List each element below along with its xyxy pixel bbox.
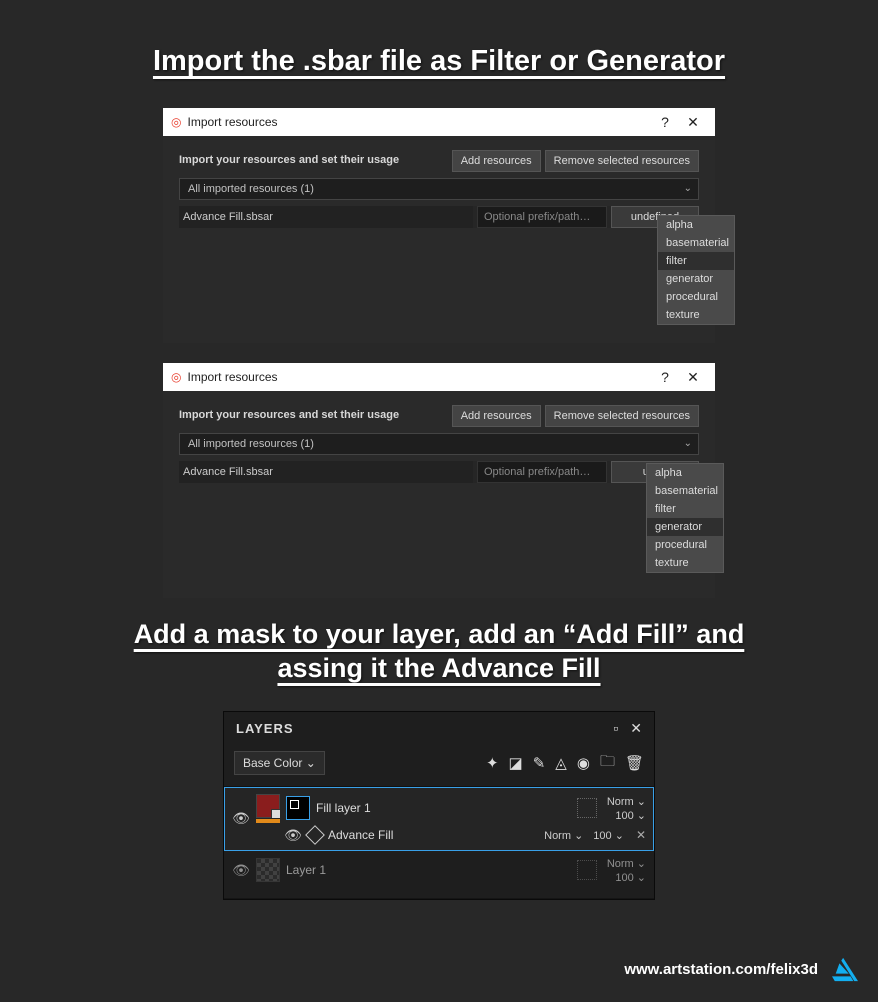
chevron-down-icon: ⌄ bbox=[684, 183, 692, 194]
page-title-2: Add a mask to your layer, add an “Add Fi… bbox=[89, 618, 789, 686]
help-button[interactable]: ? bbox=[651, 114, 679, 130]
visibility-toggle[interactable]: 👁 bbox=[232, 862, 250, 879]
dropdown-item-generator[interactable]: generator bbox=[647, 518, 723, 536]
layers-panel: LAYERS ▫ ✕ Base Color ⌄ ✦ ◪ ✎ ◬ ◉ 🗀 🗑 👁 … bbox=[223, 711, 655, 900]
dropdown-item-alpha[interactable]: alpha bbox=[647, 464, 723, 482]
dropdown-item-filter[interactable]: filter bbox=[658, 252, 734, 270]
channel-select[interactable]: Base Color ⌄ bbox=[234, 751, 325, 775]
visibility-toggle[interactable]: 👁 bbox=[232, 810, 250, 827]
resources-select-label: All imported resources (1) bbox=[188, 438, 314, 450]
instruction-text: Import your resources and set their usag… bbox=[179, 154, 448, 166]
layer-name[interactable]: Fill layer 1 bbox=[316, 801, 571, 815]
layer-thumbnail[interactable] bbox=[256, 794, 280, 818]
prefix-input[interactable]: Optional prefix/path… bbox=[477, 461, 607, 483]
close-icon[interactable]: ✕ bbox=[630, 720, 642, 737]
resource-name: Advance Fill.sbsar bbox=[179, 461, 473, 483]
resources-select-label: All imported resources (1) bbox=[188, 183, 314, 195]
dropdown-item-generator[interactable]: generator bbox=[658, 270, 734, 288]
visibility-toggle[interactable]: 👁 bbox=[284, 827, 302, 844]
close-button[interactable]: ✕ bbox=[679, 114, 707, 131]
prefix-input[interactable]: Optional prefix/path… bbox=[477, 206, 607, 228]
footer-url: www.artstation.com/felix3d bbox=[624, 961, 818, 978]
fill-effect-icon bbox=[305, 825, 325, 845]
usage-type-dropdown: alpha basematerial filter generator proc… bbox=[646, 463, 724, 573]
resource-row: Advance Fill.sbsar Optional prefix/path…… bbox=[179, 206, 699, 228]
blend-mode[interactable]: Norm ⌄ bbox=[544, 829, 583, 842]
remove-resources-button[interactable]: Remove selected resources bbox=[545, 405, 699, 427]
remove-resources-button[interactable]: Remove selected resources bbox=[545, 150, 699, 172]
layers-toolbar: Base Color ⌄ ✦ ◪ ✎ ◬ ◉ 🗀 🗑 bbox=[224, 745, 654, 787]
help-button[interactable]: ? bbox=[651, 369, 679, 385]
preview-thumbnail[interactable] bbox=[577, 798, 597, 818]
page-title-1: Import the .sbar file as Filter or Gener… bbox=[0, 45, 878, 78]
brush-icon[interactable]: ✎ bbox=[533, 754, 546, 772]
layers-title: LAYERS bbox=[236, 721, 601, 736]
blend-mode[interactable]: Norm ⌄ bbox=[607, 857, 646, 870]
resource-name: Advance Fill.sbsar bbox=[179, 206, 473, 228]
import-dialog-1: ◎ Import resources ? ✕ Import your resou… bbox=[163, 108, 715, 343]
add-resources-button[interactable]: Add resources bbox=[452, 150, 541, 172]
opacity-value[interactable]: 100 ⌄ bbox=[615, 871, 646, 884]
close-button[interactable]: ✕ bbox=[679, 369, 707, 386]
dropdown-item-filter[interactable]: filter bbox=[647, 500, 723, 518]
layer-name[interactable]: Layer 1 bbox=[286, 863, 571, 877]
blend-mode[interactable]: Norm ⌄ bbox=[607, 795, 646, 808]
instruction-text: Import your resources and set their usag… bbox=[179, 409, 448, 421]
dropdown-item-procedural[interactable]: procedural bbox=[658, 288, 734, 306]
smart-icon[interactable]: ◉ bbox=[577, 754, 590, 772]
artstation-logo-icon bbox=[830, 956, 860, 982]
layer-row-fill[interactable]: 👁 Fill layer 1 Norm ⌄ 100 ⌄ 👁 Advance Fi… bbox=[224, 787, 654, 851]
resources-select[interactable]: All imported resources (1) ⌄ bbox=[179, 433, 699, 455]
usage-type-dropdown: alpha basematerial filter generator proc… bbox=[657, 215, 735, 325]
detach-icon[interactable]: ▫ bbox=[613, 720, 618, 736]
footer: www.artstation.com/felix3d bbox=[624, 956, 860, 982]
dialog-titlebar: ◎ Import resources ? ✕ bbox=[163, 363, 715, 391]
folder-icon[interactable]: 🗀 bbox=[600, 751, 615, 776]
bucket-icon[interactable]: ◬ bbox=[555, 754, 567, 772]
preview-thumbnail[interactable] bbox=[577, 860, 597, 880]
trash-icon[interactable]: 🗑 bbox=[625, 754, 644, 772]
dialog-title: Import resources bbox=[187, 370, 651, 384]
app-icon: ◎ bbox=[171, 370, 181, 384]
effects-icon[interactable]: ✦ bbox=[486, 754, 499, 772]
mask-icon[interactable]: ◪ bbox=[509, 754, 523, 772]
dropdown-item-basematerial[interactable]: basematerial bbox=[647, 482, 723, 500]
opacity-value[interactable]: 100 ⌄ bbox=[593, 829, 624, 842]
mask-thumbnail[interactable] bbox=[286, 796, 310, 820]
dropdown-item-alpha[interactable]: alpha bbox=[658, 216, 734, 234]
resources-select[interactable]: All imported resources (1) ⌄ bbox=[179, 178, 699, 200]
resource-row: Advance Fill.sbsar Optional prefix/path…… bbox=[179, 461, 699, 483]
chevron-down-icon: ⌄ bbox=[684, 438, 692, 449]
opacity-value[interactable]: 100 ⌄ bbox=[615, 809, 646, 822]
dialog-titlebar: ◎ Import resources ? ✕ bbox=[163, 108, 715, 136]
layers-header: LAYERS ▫ ✕ bbox=[224, 712, 654, 745]
effect-name: Advance Fill bbox=[328, 828, 534, 842]
dropdown-item-basematerial[interactable]: basematerial bbox=[658, 234, 734, 252]
effect-row-advance-fill[interactable]: 👁 Advance Fill Norm ⌄ 100 ⌄ ✕ bbox=[256, 827, 646, 844]
dropdown-item-procedural[interactable]: procedural bbox=[647, 536, 723, 554]
add-resources-button[interactable]: Add resources bbox=[452, 405, 541, 427]
app-icon: ◎ bbox=[171, 115, 181, 129]
dropdown-item-texture[interactable]: texture bbox=[658, 306, 734, 324]
dropdown-item-texture[interactable]: texture bbox=[647, 554, 723, 572]
layer-thumbnail[interactable] bbox=[256, 858, 280, 882]
layer-row-1[interactable]: 👁 Layer 1 Norm ⌄ 100 ⌄ bbox=[224, 851, 654, 899]
import-dialog-2: ◎ Import resources ? ✕ Import your resou… bbox=[163, 363, 715, 598]
remove-effect-button[interactable]: ✕ bbox=[636, 828, 646, 842]
dialog-title: Import resources bbox=[187, 115, 651, 129]
channel-indicator bbox=[256, 819, 280, 823]
